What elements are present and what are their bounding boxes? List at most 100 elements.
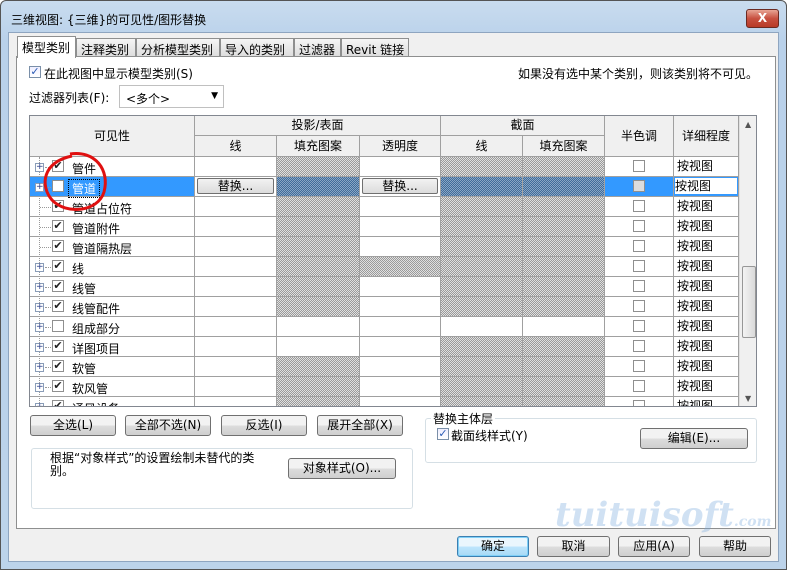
halftone-checkbox[interactable] [633, 300, 645, 312]
detail-level-cell[interactable]: 按视图 [674, 297, 739, 317]
visibility-cell[interactable]: ✔ 管道占位符 [30, 197, 195, 217]
visibility-checkbox[interactable]: ✔ [52, 360, 64, 372]
transparency-cell[interactable] [360, 217, 441, 237]
expand-icon[interactable]: + [35, 183, 44, 192]
halftone-checkbox[interactable] [633, 180, 645, 192]
transparency-cell[interactable] [360, 337, 441, 357]
transparency-cell[interactable]: 替换... [360, 177, 441, 197]
transparency-cell[interactable] [360, 377, 441, 397]
detail-level-cell[interactable]: 按视图 [674, 217, 739, 237]
line-cell[interactable] [195, 317, 277, 337]
close-button[interactable]: X [746, 9, 779, 28]
edit-button[interactable]: 编辑(E)... [640, 428, 748, 449]
visibility-cell[interactable]: + ✔ 详图项目 [30, 337, 195, 357]
expand-icon[interactable]: + [35, 363, 44, 372]
detail-level-cell[interactable]: 按视图 [674, 377, 739, 397]
line-cell[interactable] [195, 257, 277, 277]
tab-1[interactable]: 模型类别 [17, 36, 76, 58]
halftone-checkbox[interactable] [633, 380, 645, 392]
halftone-checkbox[interactable] [633, 200, 645, 212]
detail-level-cell[interactable]: 按视图 [674, 397, 739, 406]
override-button[interactable]: 替换... [362, 178, 438, 194]
visibility-checkbox[interactable]: ✔ [52, 200, 64, 212]
halftone-checkbox[interactable] [633, 400, 645, 406]
expand-icon[interactable]: + [35, 283, 44, 292]
detail-level-cell[interactable]: 按视图 [674, 237, 739, 257]
halftone-checkbox[interactable] [633, 360, 645, 372]
help-button[interactable]: 帮助 [699, 536, 771, 557]
line-cell[interactable] [195, 277, 277, 297]
visibility-checkbox[interactable]: ✔ [52, 220, 64, 232]
line-cell[interactable] [195, 217, 277, 237]
line-cell[interactable] [195, 337, 277, 357]
expand-icon[interactable]: + [35, 163, 44, 172]
visibility-checkbox[interactable]: ✔ [52, 380, 64, 392]
halftone-checkbox[interactable] [633, 340, 645, 352]
select-all-button[interactable]: 全选(L) [30, 415, 116, 436]
expand-icon[interactable]: + [35, 303, 44, 312]
transparency-cell[interactable] [360, 297, 441, 317]
section-line-cell[interactable] [441, 317, 523, 337]
line-cell[interactable] [195, 297, 277, 317]
detail-level-cell[interactable]: 按视图 [674, 357, 739, 377]
visibility-cell[interactable]: ✔ 管道附件 [30, 217, 195, 237]
visibility-cell[interactable]: + ✔ 线 [30, 257, 195, 277]
show-model-categories-checkbox[interactable]: ✓ [29, 66, 41, 78]
header-visibility[interactable]: 可见性 [30, 116, 195, 157]
detail-level-cell[interactable]: 按视图 [674, 317, 739, 337]
visibility-cell[interactable]: + 管道 [30, 177, 195, 198]
expand-icon[interactable]: + [35, 383, 44, 392]
tab-3[interactable]: 分析模型类别 [136, 38, 220, 57]
expand-icon[interactable]: + [35, 403, 44, 406]
table-scrollbar[interactable]: ▲ ▼ [739, 116, 756, 406]
visibility-checkbox[interactable]: ✔ [52, 240, 64, 252]
line-cell[interactable] [195, 397, 277, 406]
invert-selection-button[interactable]: 反选(I) [221, 415, 307, 436]
detail-level-cell[interactable]: 按视图 [674, 197, 739, 217]
cut-line-styles-checkbox[interactable]: ✓ [437, 428, 449, 440]
halftone-checkbox[interactable] [633, 240, 645, 252]
detail-level-cell[interactable]: 按视图 [674, 277, 739, 297]
expand-icon[interactable]: + [35, 323, 44, 332]
transparency-cell[interactable] [360, 197, 441, 217]
visibility-checkbox[interactable]: ✔ [52, 300, 64, 312]
visibility-cell[interactable]: + ✔ 通风设备 [30, 397, 195, 406]
line-cell[interactable] [195, 197, 277, 217]
visibility-cell[interactable]: ✔ 管道隔热层 [30, 237, 195, 257]
visibility-checkbox[interactable]: ✔ [52, 400, 64, 406]
visibility-cell[interactable]: + 组成部分 [30, 317, 195, 337]
visibility-checkbox[interactable] [52, 320, 64, 332]
visibility-cell[interactable]: + ✔ 管件 [30, 157, 195, 177]
halftone-checkbox[interactable] [633, 280, 645, 292]
filter-list-dropdown[interactable]: <多个> ▼ [119, 85, 224, 108]
visibility-checkbox[interactable]: ✔ [52, 260, 64, 272]
tab-2[interactable]: 注释类别 [76, 38, 136, 57]
expand-all-button[interactable]: 展开全部(X) [317, 415, 403, 436]
expand-icon[interactable]: + [35, 263, 44, 272]
scroll-down-icon[interactable]: ▼ [745, 394, 751, 403]
visibility-checkbox[interactable]: ✔ [52, 340, 64, 352]
select-none-button[interactable]: 全部不选(N) [125, 415, 211, 436]
transparency-cell[interactable] [360, 397, 441, 406]
tab-5[interactable]: 过滤器 [294, 38, 341, 57]
line-cell[interactable] [195, 237, 277, 257]
detail-level-cell[interactable]: 按视图 [674, 177, 739, 197]
visibility-checkbox[interactable]: ✔ [52, 160, 64, 172]
line-cell[interactable]: 替换... [195, 177, 277, 197]
halftone-checkbox[interactable] [633, 320, 645, 332]
visibility-checkbox[interactable] [52, 180, 64, 192]
apply-button[interactable]: 应用(A) [618, 536, 690, 557]
line-cell[interactable] [195, 377, 277, 397]
expand-icon[interactable]: + [35, 343, 44, 352]
tab-4[interactable]: 导入的类别 [220, 38, 294, 57]
object-styles-button[interactable]: 对象样式(O)... [288, 458, 396, 479]
detail-level-cell[interactable]: 按视图 [674, 337, 739, 357]
visibility-checkbox[interactable]: ✔ [52, 280, 64, 292]
cancel-button[interactable]: 取消 [537, 536, 610, 557]
line-cell[interactable] [195, 157, 277, 177]
visibility-cell[interactable]: + ✔ 线管配件 [30, 297, 195, 317]
halftone-checkbox[interactable] [633, 220, 645, 232]
transparency-cell[interactable] [360, 157, 441, 177]
section-fill-cell[interactable] [523, 317, 605, 337]
detail-level-cell[interactable]: 按视图 [674, 257, 739, 277]
